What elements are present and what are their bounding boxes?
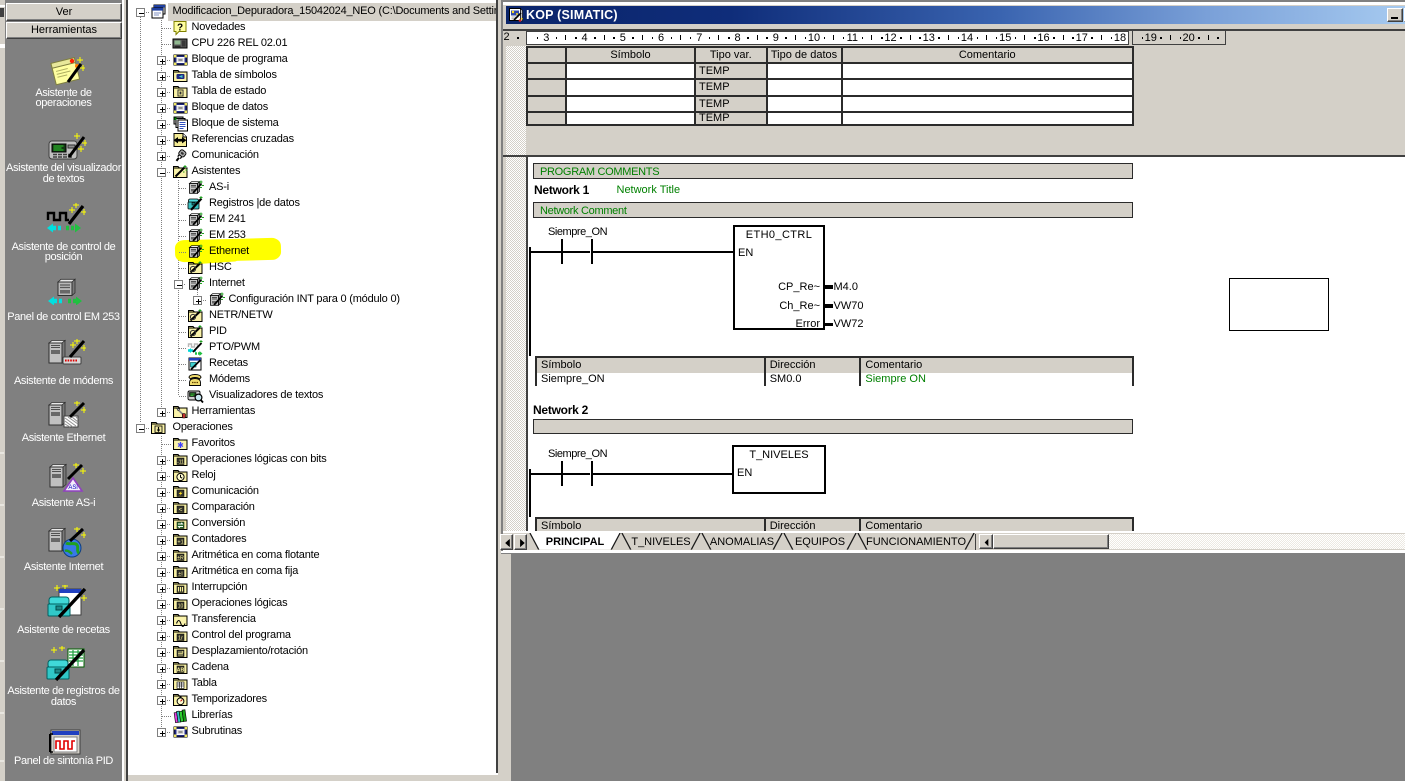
svg-text:+1: +1	[177, 539, 183, 545]
svg-text:?: ?	[176, 23, 182, 34]
svg-text:1r: 1r	[178, 635, 183, 641]
svg-text:±I: ±I	[178, 571, 182, 577]
svg-text:10: 10	[177, 603, 183, 609]
svg-text:±R: ±R	[177, 555, 184, 561]
svg-text:ASi: ASi	[68, 485, 77, 491]
svg-text:AB: AB	[176, 667, 184, 673]
svg-text:<: <	[178, 506, 182, 513]
svg-text:-11: -11	[177, 459, 184, 465]
